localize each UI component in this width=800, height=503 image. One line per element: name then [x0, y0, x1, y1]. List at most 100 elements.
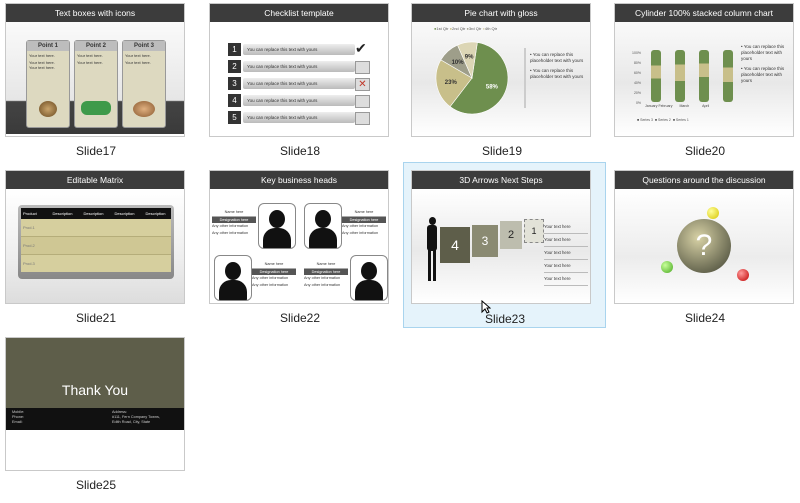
person-card: Name here Designation here Any other inf… — [212, 209, 256, 236]
thank-you-title: Thank You — [61, 382, 129, 398]
pie-data-label: 23% — [445, 80, 458, 86]
slide-caption: Slide20 — [684, 144, 726, 158]
row-text: You can replace this text with yours — [243, 112, 355, 123]
y-tick: 100% — [632, 51, 641, 55]
checklist-row: 2 You can replace this text with yours — [228, 59, 378, 76]
checkmark-icon: ✔ — [355, 40, 367, 56]
slide-preview: Cylinder 100% stacked column chart 100% … — [614, 3, 794, 137]
slide-preview: Questions around the discussion ? — [614, 170, 794, 304]
bullet-item: You can replace this placeholder text wi… — [741, 44, 785, 61]
point-label: Point 3 — [123, 41, 165, 51]
name-label: Name here — [304, 261, 348, 269]
avatar — [350, 255, 388, 301]
point-label: Point 1 — [27, 41, 69, 51]
chart-bar — [651, 50, 661, 102]
legend-item: 2nd Qtr — [451, 26, 466, 31]
world-map-icon — [81, 101, 111, 115]
step-text: Your text here — [544, 260, 588, 273]
slide-thumbnail-18[interactable]: Checklist template 1 You can replace thi… — [205, 1, 395, 169]
question-mark-icon: ? — [677, 219, 731, 273]
slide-preview: Text boxes with icons Point 1 Your text … — [5, 3, 185, 137]
table-header: Product — [23, 211, 37, 216]
x-tick: February — [658, 104, 673, 108]
slide-title: Editable Matrix — [6, 171, 184, 189]
slide-caption: Slide19 — [481, 144, 523, 158]
slide-caption: Slide17 — [75, 144, 117, 158]
person-card: Name here Designation here Any other inf… — [342, 209, 386, 236]
bullet-item: You can replace this placeholder text wi… — [741, 66, 785, 83]
slide-thumbnail-20[interactable]: Cylinder 100% stacked column chart 100% … — [610, 1, 800, 169]
matrix-table: Product Description Description Descript… — [18, 205, 174, 279]
contact-line: Edith Road, City, State — [112, 420, 151, 424]
slide-title: Text boxes with icons — [6, 4, 184, 22]
name-label: Name here — [342, 209, 386, 217]
row-number: 1 — [228, 43, 241, 56]
checkbox-icon — [355, 61, 370, 74]
avatar — [304, 203, 342, 249]
person-card: Name here Designation here Any other inf… — [252, 261, 296, 288]
slide-thumbnail-24[interactable]: Questions around the discussion ? Slide2… — [610, 168, 800, 336]
table-header: Description — [52, 211, 73, 216]
step-text-list: Your text here Your text here Your text … — [544, 221, 588, 286]
row-number: 4 — [228, 94, 241, 107]
slide-thumbnail-25[interactable]: Thank You Mobile: Phone: Email: Address:… — [1, 335, 191, 503]
pie-data-label: 10% — [452, 60, 465, 66]
bullet-text: • You can replace this placeholder text … — [530, 52, 584, 79]
chart-bar — [675, 50, 685, 102]
checkbox-icon — [355, 95, 370, 108]
y-tick: 40% — [633, 81, 641, 85]
x-axis: January February March April — [645, 104, 745, 108]
chart-bar — [699, 50, 709, 102]
y-tick: 60% — [633, 71, 641, 75]
info-label: Any other information — [304, 282, 341, 287]
step-text: Your text here — [544, 234, 588, 247]
point-label: Point 2 — [75, 41, 117, 51]
slide-thumbnail-21[interactable]: Editable Matrix Product Description Desc… — [1, 168, 191, 336]
slide-preview: Pie chart with gloss ●1st Qtr ●2nd Qtr ●… — [411, 3, 591, 137]
info-label: Any other information — [342, 230, 379, 235]
legend-item: 4th Qtr — [484, 26, 498, 31]
bullet-item: You can replace this placeholder text wi… — [530, 52, 584, 63]
step-text: Your text here — [544, 221, 588, 234]
legend-item: Series 2 — [658, 118, 671, 122]
x-tick: January — [645, 104, 658, 108]
x-tick: March — [679, 104, 690, 108]
slide-thumbnail-23[interactable]: 3D Arrows Next Steps 4 3 2 1 Your text h… — [403, 162, 606, 328]
green-ball-icon — [661, 261, 673, 273]
name-label: Name here — [212, 209, 256, 217]
step-arrow: 2 — [500, 221, 522, 249]
slide-thumbnail-17[interactable]: Text boxes with icons Point 1 Your text … — [1, 1, 191, 169]
contact-line: Email: — [12, 420, 23, 424]
bullet-text: • You can replace this placeholder text … — [741, 44, 785, 83]
row-text: You can replace this text with yours — [243, 44, 355, 55]
slide-title: Questions around the discussion — [615, 171, 793, 189]
slide-caption: Slide25 — [75, 478, 117, 492]
info-label: Any other information — [212, 230, 249, 235]
slide-title: Key business heads — [210, 171, 388, 189]
body-text: Your text here. — [77, 53, 103, 58]
step-text: Your text here — [544, 247, 588, 260]
row-text: You can replace this text with yours — [243, 78, 355, 89]
checklist-row: 1 You can replace this text with yours ✔ — [228, 40, 378, 59]
step-arrow: 4 — [440, 227, 470, 263]
step-text: Your text here — [544, 273, 588, 286]
slide-thumbnail-19[interactable]: Pie chart with gloss ●1st Qtr ●2nd Qtr ●… — [407, 1, 597, 169]
chart-legend: ■ Series 3 ■ Series 2 ■ Series 1 — [637, 118, 689, 122]
slide-preview: Editable Matrix Product Description Desc… — [5, 170, 185, 304]
body-text: Your text here. — [29, 65, 55, 70]
slide-title: Cylinder 100% stacked column chart — [615, 4, 793, 22]
slide-preview: Checklist template 1 You can replace thi… — [209, 3, 389, 137]
yellow-ball-icon — [707, 207, 719, 219]
pie-data-label: 9% — [465, 55, 474, 61]
y-axis: 100% 80% 60% 40% 20% 0% — [631, 48, 641, 108]
cylinder-chart — [647, 50, 739, 102]
name-label: Name here — [252, 261, 296, 269]
row-number: 3 — [228, 77, 241, 90]
person-silhouette-icon — [426, 217, 438, 281]
table-header: Description — [83, 211, 104, 216]
body-text: Your text here. — [125, 53, 151, 58]
coins-icon — [39, 101, 57, 117]
cross-icon: ✕ — [355, 78, 370, 91]
slide-preview: 3D Arrows Next Steps 4 3 2 1 Your text h… — [411, 170, 591, 304]
slide-thumbnail-22[interactable]: Key business heads Name here Designation… — [205, 168, 395, 336]
